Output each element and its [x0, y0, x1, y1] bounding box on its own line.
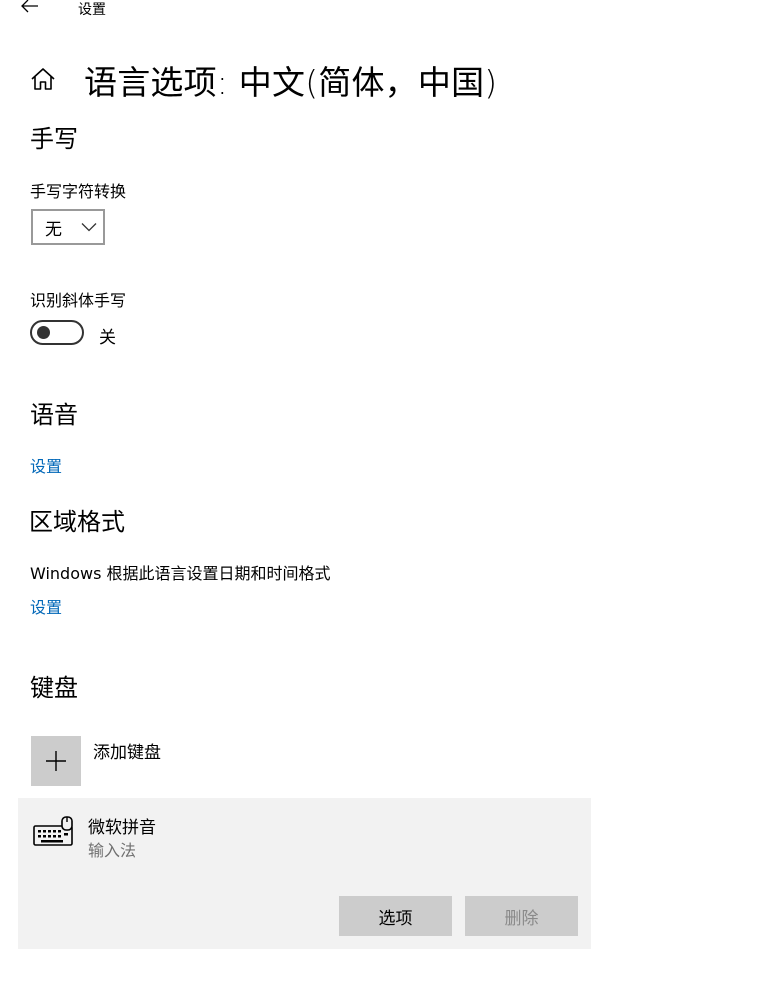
- keyboard-item-subtitle: 输入法: [88, 841, 137, 860]
- italic-handwriting-label: 识别斜体手写: [30, 291, 127, 310]
- chevron-down-icon: [81, 223, 97, 232]
- italic-handwriting-toggle[interactable]: [30, 320, 84, 345]
- handwriting-section-title: 手写: [30, 125, 78, 153]
- delete-button[interactable]: 删除: [465, 896, 578, 936]
- region-section-title: 区域格式: [29, 508, 125, 536]
- keyboard-list-item[interactable]: 微软拼音 输入法 选项 删除: [18, 798, 591, 949]
- keyboard-item-name: 微软拼音: [88, 818, 156, 838]
- toggle-knob: [37, 326, 50, 339]
- region-description: Windows 根据此语言设置日期和时间格式: [30, 564, 331, 583]
- add-keyboard-button[interactable]: [31, 736, 81, 786]
- keyboard-section-title: 键盘: [30, 674, 78, 702]
- options-button[interactable]: 选项: [339, 896, 452, 936]
- speech-section-title: 语音: [30, 401, 78, 429]
- region-settings-link[interactable]: 设置: [30, 594, 62, 618]
- toggle-state-text: 关: [99, 328, 116, 348]
- back-button[interactable]: [14, 0, 46, 18]
- handwriting-conversion-dropdown[interactable]: 无: [31, 209, 105, 245]
- page-title: 语言选项: 中文(简体，中国): [84, 63, 498, 102]
- speech-settings-link[interactable]: 设置: [30, 453, 62, 477]
- app-title: 设置: [78, 2, 106, 18]
- handwriting-conversion-label: 手写字符转换: [30, 182, 127, 201]
- add-keyboard-label[interactable]: 添加键盘: [93, 738, 161, 763]
- home-icon[interactable]: [30, 66, 56, 92]
- plus-icon: [46, 751, 66, 771]
- back-arrow-icon: [21, 0, 38, 13]
- keyboard-icon: [33, 816, 73, 846]
- dropdown-selected-value: 无: [45, 219, 62, 240]
